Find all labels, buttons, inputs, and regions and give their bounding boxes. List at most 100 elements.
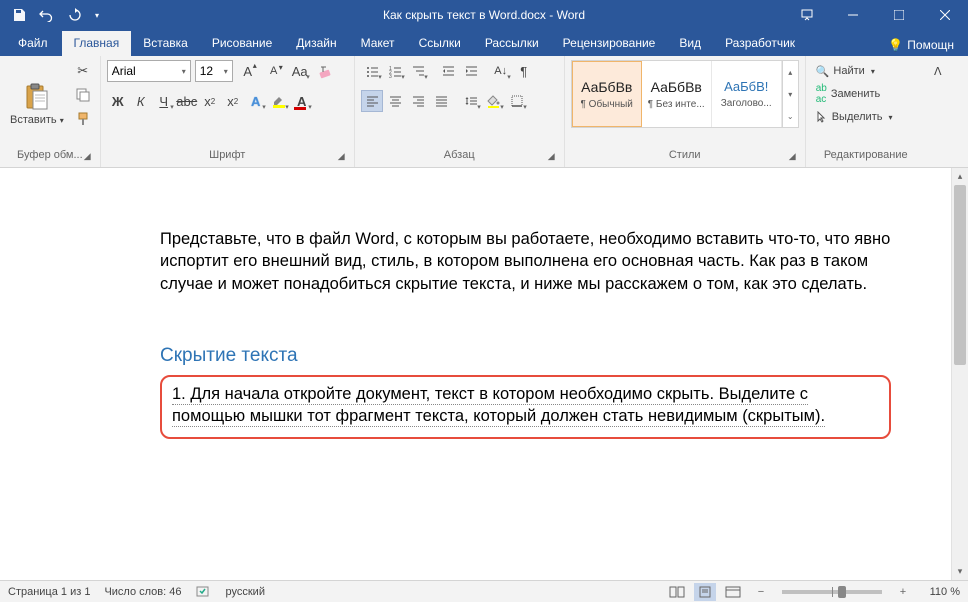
scroll-down-button[interactable]: ▾ bbox=[952, 563, 968, 580]
styles-launcher[interactable]: ◢ bbox=[789, 151, 803, 165]
text-effects-button[interactable]: A bbox=[245, 90, 267, 112]
cut-button[interactable]: ✂ bbox=[72, 60, 94, 82]
tab-developer[interactable]: Разработчик bbox=[713, 31, 807, 56]
line-spacing-button[interactable] bbox=[460, 90, 482, 112]
ribbon-options-button[interactable] bbox=[784, 0, 830, 30]
statusbar: Страница 1 из 1 Число слов: 46 русский −… bbox=[0, 580, 968, 602]
scroll-track[interactable] bbox=[952, 185, 968, 563]
styles-gallery-more[interactable]: ▴▾⌄ bbox=[782, 61, 798, 127]
scroll-up-button[interactable]: ▴ bbox=[952, 168, 968, 185]
spellcheck-icon[interactable] bbox=[196, 585, 212, 599]
style-no-spacing[interactable]: АаБбВв ¶ Без инте... bbox=[642, 61, 712, 127]
group-label-paragraph: Абзац bbox=[361, 147, 558, 165]
align-left-button[interactable] bbox=[361, 90, 383, 112]
sort-button[interactable]: A↓ bbox=[490, 60, 512, 82]
collapse-ribbon-button[interactable]: ᐱ bbox=[927, 60, 949, 82]
paragraph-intro[interactable]: Представьте, что в файл Word, с которым … bbox=[160, 228, 891, 295]
document-scroll[interactable]: Представьте, что в файл Word, с которым … bbox=[0, 168, 951, 580]
ribbon-tabs: Файл Главная Вставка Рисование Дизайн Ма… bbox=[0, 30, 968, 56]
close-button[interactable] bbox=[922, 0, 968, 30]
paste-button[interactable]: Вставить ▾ bbox=[6, 60, 68, 147]
grow-font-button[interactable]: A▴ bbox=[237, 60, 259, 82]
borders-button[interactable] bbox=[506, 90, 528, 112]
group-label-clipboard: Буфер обм... bbox=[6, 147, 94, 165]
zoom-out-button[interactable]: − bbox=[750, 583, 772, 601]
group-clipboard: Вставить ▾ ✂ Буфер обм... ◢ bbox=[0, 56, 101, 167]
tab-file[interactable]: Файл bbox=[4, 31, 62, 56]
font-name-select[interactable]: Arial▾ bbox=[107, 60, 191, 82]
tell-me-button[interactable]: 💡 Помощн bbox=[882, 34, 960, 56]
strikethrough-button[interactable]: abc bbox=[176, 90, 198, 112]
tab-layout[interactable]: Макет bbox=[349, 31, 407, 56]
shrink-font-button[interactable]: A▾ bbox=[263, 60, 285, 82]
tab-draw[interactable]: Рисование bbox=[200, 31, 284, 56]
select-button[interactable]: Выделить ▾ bbox=[812, 106, 897, 128]
bullets-button[interactable] bbox=[361, 60, 383, 82]
show-marks-button[interactable]: ¶ bbox=[513, 60, 535, 82]
highlight-button[interactable] bbox=[268, 90, 290, 112]
paragraph-launcher[interactable]: ◢ bbox=[548, 151, 562, 165]
status-word-count[interactable]: Число слов: 46 bbox=[104, 586, 181, 598]
vertical-scrollbar[interactable]: ▴ ▾ bbox=[951, 168, 968, 580]
undo-button[interactable] bbox=[34, 3, 60, 27]
align-center-button[interactable] bbox=[384, 90, 406, 112]
redo-button[interactable] bbox=[62, 3, 88, 27]
group-label-font: Шрифт bbox=[107, 147, 348, 165]
page: Представьте, что в файл Word, с которым … bbox=[0, 168, 951, 469]
superscript-button[interactable]: x2 bbox=[222, 90, 244, 112]
replace-button[interactable]: abac Заменить bbox=[812, 83, 897, 105]
status-page[interactable]: Страница 1 из 1 bbox=[8, 586, 90, 598]
zoom-slider[interactable] bbox=[782, 590, 882, 594]
tab-home[interactable]: Главная bbox=[62, 31, 132, 56]
tab-insert[interactable]: Вставка bbox=[131, 31, 200, 56]
cursor-icon bbox=[816, 111, 828, 123]
underline-button[interactable]: Ч bbox=[153, 90, 175, 112]
window-controls bbox=[784, 0, 968, 30]
view-print-button[interactable] bbox=[694, 583, 716, 601]
tab-view[interactable]: Вид bbox=[667, 31, 713, 56]
justify-button[interactable] bbox=[430, 90, 452, 112]
find-button[interactable]: 🔍 Найти ▾ bbox=[812, 60, 897, 82]
font-launcher[interactable]: ◢ bbox=[338, 151, 352, 165]
increase-indent-button[interactable] bbox=[460, 60, 482, 82]
style-heading1[interactable]: АаБбВ! Заголово... bbox=[712, 61, 782, 127]
format-painter-button[interactable] bbox=[72, 108, 94, 130]
numbering-button[interactable]: 123 bbox=[384, 60, 406, 82]
view-web-button[interactable] bbox=[722, 583, 744, 601]
font-size-select[interactable]: 12▾ bbox=[195, 60, 233, 82]
font-color-button[interactable]: A bbox=[291, 90, 313, 112]
change-case-button[interactable]: Aa bbox=[289, 60, 311, 82]
view-read-button[interactable] bbox=[666, 583, 688, 601]
italic-button[interactable]: К bbox=[130, 90, 152, 112]
heading-hide-text[interactable]: Скрытие текста bbox=[160, 345, 891, 367]
clear-formatting-button[interactable] bbox=[315, 60, 337, 82]
bold-button[interactable]: Ж bbox=[107, 90, 129, 112]
paragraph-step1[interactable]: 1. Для начала откройте документ, текст в… bbox=[172, 383, 879, 428]
titlebar: ▾ Как скрыть текст в Word.docx - Word bbox=[0, 0, 968, 30]
clipboard-launcher[interactable]: ◢ bbox=[84, 151, 98, 165]
tab-design[interactable]: Дизайн bbox=[284, 31, 348, 56]
zoom-level[interactable]: 110 % bbox=[920, 586, 960, 598]
qat-customize-button[interactable]: ▾ bbox=[90, 3, 104, 27]
highlighted-step: 1. Для начала откройте документ, текст в… bbox=[160, 375, 891, 440]
tab-review[interactable]: Рецензирование bbox=[551, 31, 668, 56]
status-language[interactable]: русский bbox=[226, 586, 265, 598]
document-area: Представьте, что в файл Word, с которым … bbox=[0, 168, 968, 580]
window-title: Как скрыть текст в Word.docx - Word bbox=[383, 8, 585, 22]
minimize-button[interactable] bbox=[830, 0, 876, 30]
scroll-thumb[interactable] bbox=[954, 185, 966, 365]
subscript-button[interactable]: x2 bbox=[199, 90, 221, 112]
group-font: Arial▾ 12▾ A▴ A▾ Aa Ж К Ч abc x2 x2 A A … bbox=[101, 56, 355, 167]
tab-mailings[interactable]: Рассылки bbox=[473, 31, 551, 56]
shading-button[interactable] bbox=[483, 90, 505, 112]
maximize-button[interactable] bbox=[876, 0, 922, 30]
decrease-indent-button[interactable] bbox=[437, 60, 459, 82]
zoom-in-button[interactable]: + bbox=[892, 583, 914, 601]
copy-button[interactable] bbox=[72, 84, 94, 106]
style-normal[interactable]: АаБбВв ¶ Обычный bbox=[572, 61, 642, 127]
group-editing: 🔍 Найти ▾ abac Заменить Выделить ▾ Редак… bbox=[806, 56, 926, 167]
multilevel-list-button[interactable] bbox=[407, 60, 429, 82]
save-button[interactable] bbox=[6, 3, 32, 27]
tab-references[interactable]: Ссылки bbox=[407, 31, 473, 56]
align-right-button[interactable] bbox=[407, 90, 429, 112]
